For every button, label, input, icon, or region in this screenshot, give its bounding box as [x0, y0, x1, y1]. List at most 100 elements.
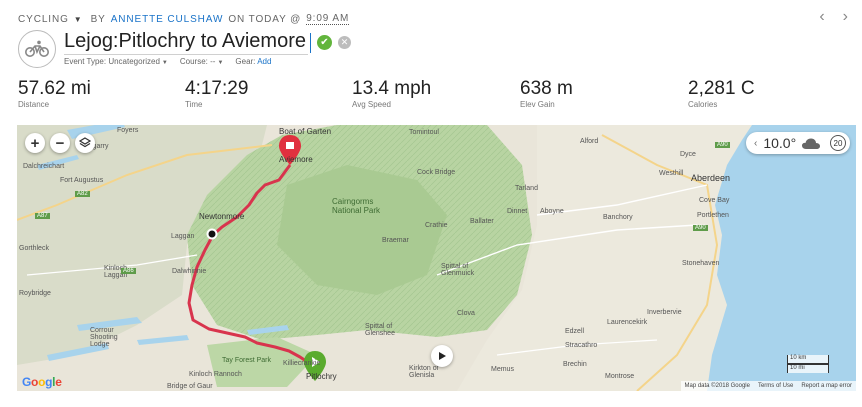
activity-meta: Event Type: Uncategorized ▼ Course: -- ▼ G… — [64, 57, 283, 66]
by-label: BY — [90, 13, 106, 25]
place-label: Brechin — [563, 361, 587, 368]
zoom-out-button[interactable]: − — [50, 133, 70, 153]
google-logo: Google — [22, 375, 62, 389]
place-label: Dyce — [680, 151, 696, 158]
activity-title-input[interactable]: Lejog:Pitlochry to Aviemore — [64, 30, 308, 55]
weather-widget[interactable]: ‹ 10.0° 20 — [746, 132, 850, 154]
stat-label: Elev Gain — [520, 100, 555, 109]
event-type-dropdown[interactable]: Event Type: Uncategorized ▼ — [64, 57, 168, 66]
scale-km: 10 km — [787, 355, 829, 364]
layers-icon — [79, 137, 91, 148]
place-label: Banchory — [603, 214, 633, 221]
place-label: Laggan — [171, 233, 195, 240]
place-label: Westhill — [659, 170, 684, 177]
place-label: Portlethen — [697, 212, 729, 219]
stat-value: 638 m — [520, 78, 573, 99]
stat-calories: 2,281 C Calories — [688, 78, 755, 110]
place-label: Aberdeen — [691, 173, 731, 183]
stat-value: 57.62 mi — [18, 78, 91, 99]
place-label: Dalwhinnie — [172, 268, 207, 275]
weather-temperature: 10.0° — [763, 135, 797, 151]
place-label: Corrour Shooting Lodge — [90, 327, 118, 348]
next-activity-icon[interactable]: › — [843, 8, 848, 26]
stat-distance: 57.62 mi Distance — [18, 78, 91, 110]
place-label: Kirkton of Glenisla — [409, 365, 439, 379]
report-map-error-link[interactable]: Report a map error — [801, 383, 852, 389]
course-dropdown[interactable]: Course: -- ▼ — [180, 57, 224, 66]
previous-activity-icon[interactable]: ‹ — [819, 8, 824, 26]
activity-time[interactable]: 9:09 AM — [306, 13, 350, 25]
place-label: Inverbervie — [647, 309, 682, 316]
place-label: Cock Bridge — [417, 169, 456, 176]
stat-avg-speed: 13.4 mph Avg Speed — [352, 78, 432, 110]
activity-pager: ‹ › — [819, 8, 848, 26]
stat-label: Time — [185, 100, 203, 109]
confirm-title-button[interactable]: ✔ — [316, 35, 332, 50]
place-label: Aviemore — [279, 155, 313, 164]
stat-time: 4:17:29 Time — [185, 78, 249, 110]
scale-mi: 10 mi — [787, 364, 829, 373]
chevron-left-icon[interactable]: ‹ — [754, 138, 757, 149]
place-label: Gorthleck — [19, 245, 49, 252]
place-label: Killiecrankie — [283, 360, 321, 367]
place-label: Tomintoul — [409, 129, 439, 136]
road-shield: A90 — [715, 142, 730, 148]
place-label: Roybridge — [19, 290, 51, 297]
dropdown-caret-icon: ▼ — [217, 60, 224, 66]
road-shield: A90 — [693, 225, 708, 231]
play-route-button[interactable] — [431, 345, 453, 367]
place-label: Newtonmore — [199, 212, 245, 221]
stat-value: 4:17:29 — [185, 78, 249, 99]
place-label: Dalchreichart — [23, 163, 65, 170]
activity-type-dropdown-icon[interactable]: ▼ — [74, 15, 83, 24]
route-map[interactable]: Boat of Garten Aviemore Newtonmore Lagga… — [17, 125, 856, 391]
activity-title-editor: Lejog:Pitlochry to Aviemore ✔ ✕ — [64, 30, 351, 55]
place-label: Pitlochry — [306, 372, 337, 381]
stat-label: Avg Speed — [352, 100, 391, 109]
dropdown-caret-icon: ▼ — [161, 60, 168, 66]
place-label: Stonehaven — [682, 260, 720, 267]
road-shield: A86 — [121, 268, 136, 274]
gear-field: Gear: Add — [235, 57, 272, 66]
road-shield: A87 — [35, 213, 50, 219]
cancel-title-button[interactable]: ✕ — [337, 36, 351, 49]
activity-header-line: CYCLING ▼ BY ANNETTE CULSHAW ON TODAY @ … — [18, 12, 350, 26]
place-label: Foyers — [117, 127, 139, 134]
place-label: Tarland — [515, 185, 538, 192]
place-label: Laurencekirk — [607, 319, 648, 326]
place-label: Spittal of Glenshee — [365, 323, 395, 337]
stat-value: 2,281 C — [688, 78, 755, 99]
add-gear-link[interactable]: Add — [257, 57, 271, 66]
place-label: Dinnet — [507, 208, 528, 215]
place-label: Aboyne — [540, 208, 564, 215]
road-shield: A82 — [75, 191, 90, 197]
place-label: Braemar — [382, 237, 409, 244]
cycling-icon — [18, 30, 56, 68]
place-label: Spittal of Glenmuick — [441, 263, 475, 277]
map-scale: 10 km 10 mi — [787, 355, 829, 373]
place-label: Ballater — [470, 218, 494, 225]
place-label: Boat of Garten — [279, 127, 332, 136]
wind-speed-badge: 20 — [830, 135, 846, 151]
activity-type: CYCLING — [18, 13, 69, 25]
play-icon — [439, 352, 446, 360]
place-label: Stracathro — [565, 342, 598, 349]
map-data-credit: Map data ©2018 Google — [684, 383, 750, 389]
stat-label: Calories — [688, 100, 718, 109]
terms-of-use-link[interactable]: Terms of Use — [758, 383, 793, 389]
place-label: Clova — [457, 310, 475, 317]
current-position-marker — [206, 228, 218, 240]
place-label: Fort Augustus — [60, 177, 104, 184]
place-label: Bridge of Gaur — [167, 383, 213, 390]
place-label: Montrose — [605, 373, 635, 380]
place-label: Tay Forest Park — [222, 357, 272, 364]
map-layers-button[interactable] — [75, 133, 95, 153]
place-label: Cairngorms National Park — [332, 197, 381, 215]
place-label: Edzell — [565, 328, 585, 335]
zoom-in-button[interactable]: + — [25, 133, 45, 153]
place-label: Cove Bay — [699, 197, 730, 204]
stat-value: 13.4 mph — [352, 78, 432, 99]
cloud-icon — [802, 138, 821, 149]
date-label: ON TODAY @ — [228, 13, 302, 25]
author-link[interactable]: ANNETTE CULSHAW — [111, 14, 224, 25]
